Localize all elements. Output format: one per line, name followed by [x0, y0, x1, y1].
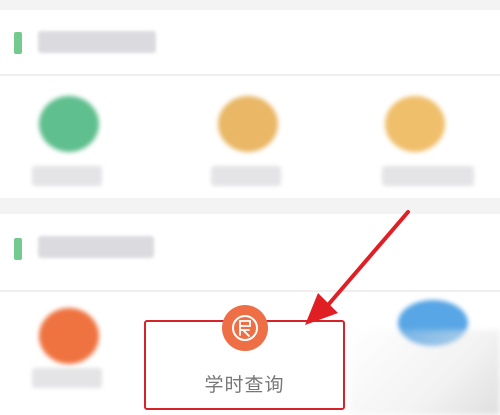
section-marker [14, 32, 22, 54]
hours-query-icon[interactable] [222, 305, 268, 351]
grid-item-1[interactable] [14, 88, 134, 198]
blurred-app-label [211, 166, 281, 186]
grid-item-2[interactable] [193, 88, 313, 198]
blurred-app-label [32, 368, 102, 388]
section-title-blurred [38, 236, 154, 258]
section-title-blurred [38, 31, 156, 53]
blurred-app-icon [218, 96, 278, 152]
divider [0, 290, 500, 292]
blurred-app-label [382, 166, 474, 186]
blurred-corner [350, 330, 500, 415]
blurred-app-icon [39, 308, 99, 364]
section-separator [0, 198, 500, 214]
section-header-1 [0, 10, 500, 68]
blurred-app-icon [385, 96, 445, 152]
badge-glyph-icon [232, 315, 258, 341]
divider [0, 74, 500, 76]
section-header-2 [0, 214, 500, 276]
blurred-app-label [32, 166, 102, 186]
section-marker [14, 238, 22, 260]
grid-item-4[interactable] [14, 300, 134, 410]
blurred-app-icon [39, 96, 99, 152]
top-separator [0, 0, 500, 10]
hours-query-label[interactable]: 学时查询 [144, 370, 345, 397]
grid-item-3[interactable] [370, 88, 490, 198]
